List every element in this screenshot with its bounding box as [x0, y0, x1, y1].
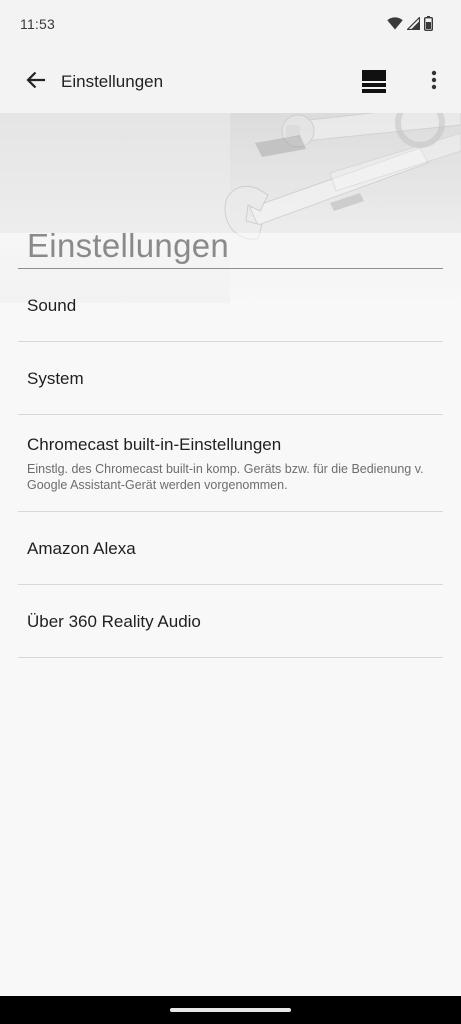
settings-list: Sound System Chromecast built-in-Einstel…	[18, 269, 443, 658]
settings-item-amazon-alexa[interactable]: Amazon Alexa	[18, 512, 443, 585]
settings-item-title: System	[27, 369, 84, 388]
settings-item-title: Sound	[27, 296, 77, 315]
cellular-signal-icon	[407, 17, 420, 30]
settings-item-title: Über 360 Reality Audio	[27, 612, 201, 631]
status-bar: 11:53	[0, 0, 461, 50]
status-icons	[387, 16, 433, 31]
back-button[interactable]	[22, 68, 50, 96]
list-view-icon	[362, 70, 386, 98]
section-title: Einstellungen	[27, 227, 230, 264]
navigation-bar	[0, 996, 461, 1024]
view-toggle-button[interactable]	[362, 70, 388, 94]
settings-item-chromecast[interactable]: Chromecast built-in-Einstellungen Einstl…	[18, 415, 443, 512]
settings-item-title: Chromecast built-in-Einstellungen	[27, 435, 282, 454]
settings-item-360-reality-audio[interactable]: Über 360 Reality Audio	[18, 585, 443, 658]
more-vertical-icon	[431, 70, 437, 95]
status-time: 11:53	[20, 16, 55, 32]
arrow-left-icon	[25, 69, 47, 96]
app-bar-title: Einstellungen	[61, 72, 164, 91]
settings-item-description: Einstlg. des Chromecast built-in komp. G…	[27, 462, 424, 492]
app-bar: Einstellungen	[0, 50, 461, 113]
wifi-icon	[387, 17, 403, 30]
overflow-menu-button[interactable]	[420, 68, 448, 96]
battery-icon	[424, 16, 433, 31]
settings-item-sound[interactable]: Sound	[18, 269, 443, 342]
home-gesture-handle[interactable]	[170, 1008, 291, 1012]
settings-item-title: Amazon Alexa	[27, 539, 136, 558]
settings-item-system[interactable]: System	[18, 342, 443, 415]
